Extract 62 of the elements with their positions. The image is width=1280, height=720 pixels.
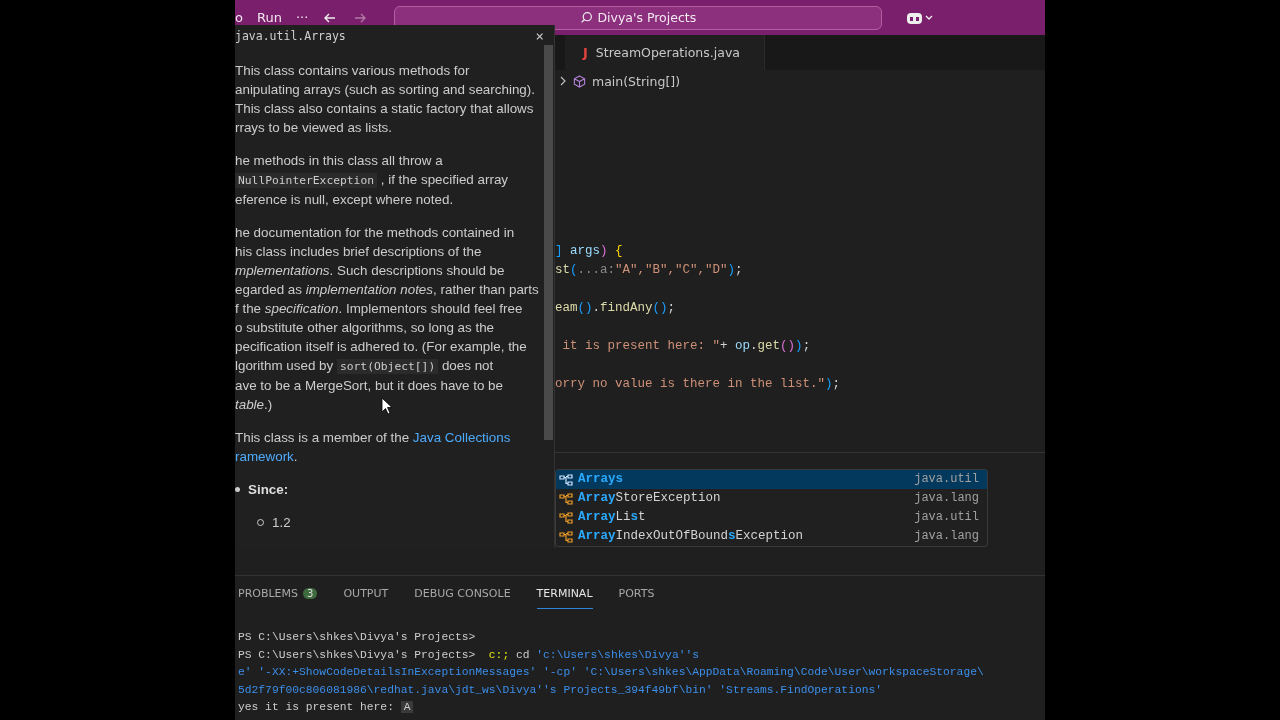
suggestion-item[interactable]: ArrayStoreException java.lang <box>556 489 987 508</box>
scrollbar-thumb[interactable] <box>544 45 553 440</box>
class-icon <box>559 473 573 486</box>
java-file-icon: J <box>583 45 588 60</box>
code-line: ] args) { <box>555 243 624 260</box>
doc-line: eference is null, except where noted. <box>235 191 454 209</box>
doc-line: This class is a member of the Java Collections <box>235 429 511 447</box>
panel-tab[interactable]: PORTS <box>618 579 655 609</box>
cube-icon <box>573 74 586 88</box>
doc-link[interactable]: ramework <box>235 449 294 464</box>
doc-line: pecification itself is adhered to. (For example, the <box>235 338 527 356</box>
doc-line: table.) <box>235 396 273 414</box>
chevron-right-icon <box>559 76 567 86</box>
editor-tab[interactable]: J StreamOperations.java <box>565 35 765 70</box>
doc-line: ave to be a MergeSort, but it does have to be <box>235 377 503 395</box>
mouse-pointer-icon <box>381 397 393 415</box>
doc-line: anipulating arrays (such as sorting and searching). <box>235 81 535 99</box>
panel-tab[interactable]: TERMINAL <box>536 579 593 609</box>
doc-line: This class contains various methods for <box>235 62 470 80</box>
doc-line: ramework. <box>235 448 298 466</box>
class-icon <box>559 492 573 505</box>
code-line: eam().findAny(); <box>555 300 677 317</box>
panel-tab[interactable]: PROBLEMS 3 <box>238 579 318 609</box>
tab-label: StreamOperations.java <box>595 45 740 60</box>
doc-link[interactable]: Java Collections <box>412 430 511 445</box>
doc-line: his class includes brief descriptions of the <box>235 243 482 261</box>
doc-line: mplementations. Such descriptions should be <box>235 262 505 280</box>
suggestion-item[interactable]: ArrayIndexOutOfBoundsException java.lang <box>556 527 987 546</box>
menu-item[interactable]: Run <box>256 10 282 25</box>
doc-line: he methods in this class all throw a <box>235 152 443 170</box>
search-icon <box>580 11 594 24</box>
doc-line: NullPointerException , if the specified array <box>235 170 509 190</box>
menu-item[interactable]: ··· <box>295 10 309 25</box>
since-label: Since: <box>248 481 289 499</box>
code-line: orry no value is there in the list."); <box>555 376 842 393</box>
terminal-line: PS C:\Users\shkes\Divya's Projects> <box>238 630 477 645</box>
doc-line: egarded as implementation notes, rather than parts <box>235 281 539 299</box>
doc-title: java.util.Arrays <box>235 27 346 45</box>
terminal-line: PS C:\Users\shkes\Divya's Projects> c:; cd 'c:\Users\shkes\Divya''s <box>238 647 700 663</box>
doc-line: he documentation for the methods contained in <box>235 224 515 242</box>
panel-tab[interactable]: DEBUG CONSOLE <box>414 579 511 609</box>
panel-tab[interactable]: OUTPUT <box>343 579 389 609</box>
since-value: 1.2 <box>272 514 291 532</box>
doc-line: o substitute other algorithms, so long as the <box>235 319 495 337</box>
search-field[interactable]: Divya's Projects <box>394 5 883 30</box>
code-line: it is present here: "+ op.get()); <box>561 338 812 355</box>
menu-item[interactable]: o <box>235 10 243 25</box>
doc-line: rrays to be viewed as lists. <box>235 119 393 137</box>
bullet-icon <box>235 487 240 492</box>
class-icon <box>559 511 573 524</box>
class-icon <box>559 530 573 543</box>
terminal-line: 5d2f79f00c806081986\redhat.java\jdt_ws\Divya''s Projects_394f49bf\bin' 'Streams.FindOperations' <box>238 682 884 698</box>
doc-line: lgorithm used by sort(Object[]) does not <box>235 357 494 376</box>
terminal-line: yes it is present here: A <box>238 699 1045 717</box>
suggestion-item[interactable]: ArrayList java.util <box>556 508 987 527</box>
code-line: st(...a:"A","B","C","D"); <box>555 262 744 279</box>
suggestion-item[interactable]: Arrays java.util <box>556 470 987 489</box>
terminal-line: e' '-XX:+ShowCodeDetailsInExceptionMessages' '-cp' 'C:\Users\shkes\AppData\Roaming\Code\User\workspaceStorage\ <box>238 665 985 680</box>
count-badge: 3 <box>303 588 318 599</box>
doc-line: f the specification. Implementors should feel free <box>235 300 523 318</box>
doc-line: This class also contains a static factory that allows <box>235 100 534 118</box>
breadcrumb-item[interactable]: main(String[]) <box>592 73 681 89</box>
